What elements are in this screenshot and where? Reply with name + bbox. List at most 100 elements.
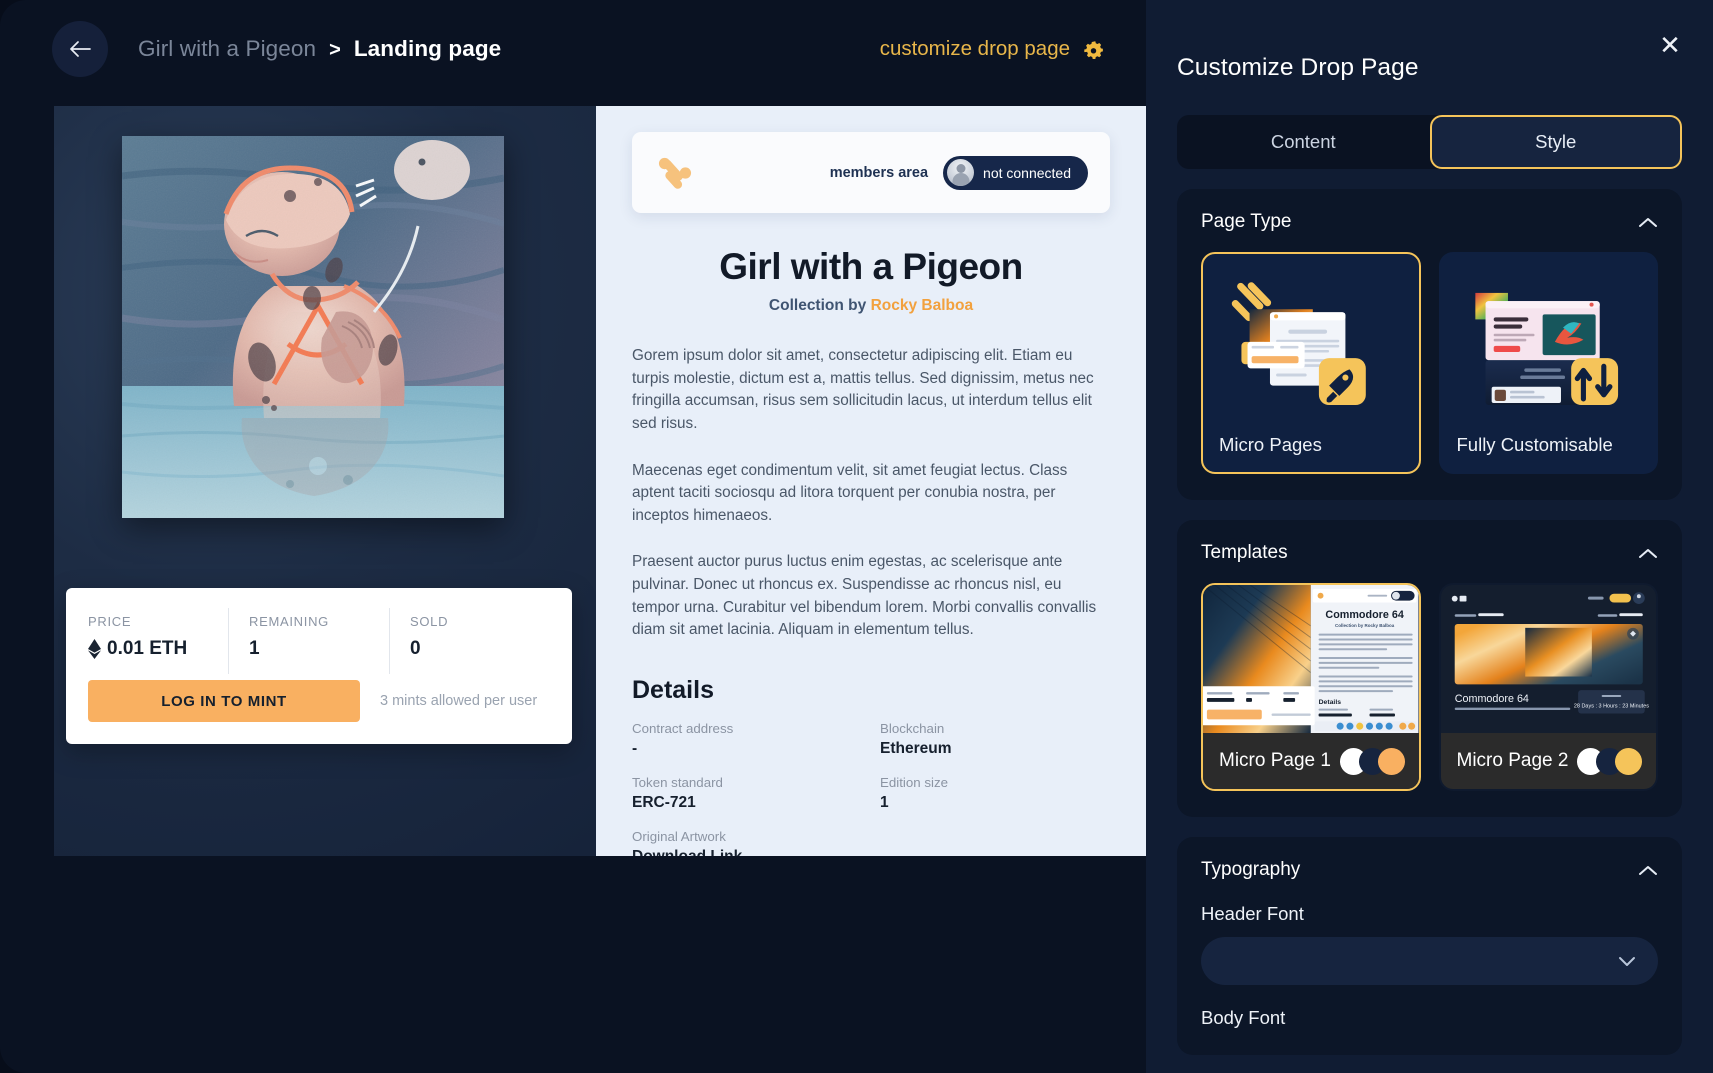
preview-info-column: members area not connected Girl with a P… [596, 106, 1146, 856]
templates-header[interactable]: Templates [1201, 542, 1658, 564]
page-type-options: Micro Pages Fully Customisable [1201, 252, 1658, 474]
close-icon[interactable]: ✕ [1653, 28, 1687, 62]
details-grid: Contract address - Blockchain Ethereum T… [632, 721, 1110, 856]
templates-section: Templates Commodore 64 Collection by Roc… [1177, 520, 1682, 817]
sold-value: 0 [410, 638, 421, 659]
micro-pages-thumbnail [1219, 270, 1403, 430]
wallet-connect-pill[interactable]: not connected [943, 155, 1088, 190]
members-area-bar: members area not connected [632, 132, 1110, 213]
page-type-header[interactable]: Page Type [1201, 211, 1658, 233]
detail-item: Token standard ERC-721 [632, 775, 862, 829]
micro-page-2-preview: Commodore 64 28 Days : 3 Hours : 23 Minu… [1440, 585, 1656, 733]
swatch-yellow [1615, 747, 1642, 775]
chevron-up-icon[interactable] [1638, 216, 1658, 228]
template-option-micro-page-2[interactable]: Commodore 64 28 Days : 3 Hours : 23 Minu… [1438, 583, 1658, 791]
page-type-option-fully-customisable[interactable]: Fully Customisable [1438, 252, 1658, 474]
log-in-to-mint-button[interactable]: LOG IN TO MINT [88, 680, 360, 722]
header-font-label: Header Font [1201, 903, 1304, 924]
detail-label: Contract address [632, 720, 734, 736]
avatar-icon [947, 159, 975, 186]
members-area-right: members area not connected [829, 155, 1088, 190]
detail-label: Edition size [880, 774, 948, 790]
typography-header[interactable]: Typography [1201, 859, 1658, 881]
header-font-select[interactable] [1201, 937, 1658, 985]
breadcrumb-parent[interactable]: Girl with a Pigeon [138, 36, 316, 62]
chevron-down-icon[interactable] [1618, 956, 1636, 967]
detail-item: Original Artwork Download Link [632, 829, 862, 856]
price-value: 0.01 ETH [107, 638, 188, 659]
price-value-row: 0.01 ETH [88, 638, 228, 660]
micro-page-1-preview: Commodore 64 Collection by Rocky Balboa [1203, 585, 1419, 733]
tab-style[interactable]: Style [1429, 115, 1682, 169]
micro-page-1-thumbnail: Commodore 64 Collection by Rocky Balboa [1203, 585, 1419, 733]
description-paragraph: Praesent auctor purus luctus enim egesta… [632, 553, 1097, 639]
panel-title: Customize Drop Page [1177, 54, 1419, 81]
svg-text:Details: Details [1319, 699, 1342, 706]
connection-status: not connected [983, 164, 1071, 181]
app-root: Girl with a Pigeon > Landing page custom… [0, 0, 1713, 1073]
svg-text:Commodore 64: Commodore 64 [1325, 609, 1403, 621]
detail-label: Token standard [632, 774, 723, 790]
mint-stats: PRICE 0.01 ETH REMAINING 1 SOLD 0 [88, 608, 550, 674]
micro-page-1-footer: Micro Page 1 [1203, 733, 1419, 789]
swatch-orange [1377, 747, 1405, 775]
gear-icon [1084, 40, 1103, 59]
ethereum-icon [88, 639, 101, 659]
svg-text:28 Days : 3 Hours : 23 Minutes: 28 Days : 3 Hours : 23 Minutes [1573, 704, 1648, 710]
collection-author[interactable]: Rocky Balboa [871, 297, 974, 314]
template-swatches [1339, 747, 1405, 775]
template-name: Micro Page 2 [1456, 750, 1569, 771]
page-type-section: Page Type Micro Pages Fully Customisable [1177, 189, 1682, 500]
collection-prefix: Collection by [768, 297, 867, 314]
drop-page-preview: PRICE 0.01 ETH REMAINING 1 SOLD 0 LOG IN… [54, 106, 1146, 856]
members-area-label: members area [829, 164, 929, 181]
percent-slash-logo-icon [658, 157, 692, 189]
top-bar: Girl with a Pigeon > Landing page custom… [0, 0, 1146, 98]
description-paragraph: Maecenas eget condimentum velit, sit ame… [632, 461, 1068, 524]
typography-section: Typography Header Font Body Font [1177, 837, 1682, 1055]
chevron-up-icon[interactable] [1638, 864, 1658, 876]
preview-artwork-column: PRICE 0.01 ETH REMAINING 1 SOLD 0 LOG IN… [54, 106, 596, 856]
detail-value: 1 [880, 793, 889, 811]
fully-customisable-thumbnail [1457, 270, 1641, 430]
breadcrumb-current: Landing page [353, 36, 502, 61]
detail-value: Ethereum [880, 739, 952, 757]
stat-remaining: REMAINING 1 [228, 608, 389, 674]
details-heading: Details [632, 675, 714, 704]
template-name: Micro Page 1 [1219, 750, 1331, 771]
template-options: Commodore 64 Collection by Rocky Balboa [1201, 583, 1658, 791]
template-swatches [1577, 747, 1642, 775]
fully-customisable-illustration [1474, 292, 1618, 406]
page-type-option-micro-pages[interactable]: Micro Pages [1201, 252, 1421, 474]
detail-value-download-link[interactable]: Download Link [632, 848, 862, 856]
mint-card: PRICE 0.01 ETH REMAINING 1 SOLD 0 LOG IN… [66, 588, 572, 744]
panel-tabs: Content Style [1177, 115, 1682, 169]
back-button[interactable] [52, 21, 108, 77]
detail-label: Blockchain [880, 720, 945, 736]
templates-title: Templates [1201, 542, 1288, 563]
detail-value: - [632, 739, 638, 757]
breadcrumb: Girl with a Pigeon > Landing page [138, 36, 501, 62]
arrow-left-icon [70, 41, 91, 57]
svg-text:Collection by Rocky Balboa: Collection by Rocky Balboa [1335, 623, 1395, 628]
svg-text:Commodore 64: Commodore 64 [1454, 693, 1528, 705]
customize-drop-page-button[interactable]: customize drop page [880, 37, 1114, 61]
mint-limit-note: 3 mints allowed per user [380, 693, 538, 709]
page-type-title: Page Type [1201, 211, 1292, 232]
template-option-micro-page-1[interactable]: Commodore 64 Collection by Rocky Balboa [1201, 583, 1421, 791]
micro-pages-illustration [1231, 282, 1366, 406]
detail-item: Contract address - [632, 721, 862, 775]
mint-action-row: LOG IN TO MINT 3 mints allowed per user [88, 680, 550, 722]
customize-drop-page-panel: ✕ Customize Drop Page Content Style Page… [1146, 0, 1713, 1073]
description-paragraph: Gorem ipsum dolor sit amet, consectetur … [632, 347, 1094, 432]
page-type-option-label: Micro Pages [1219, 434, 1322, 455]
page-type-option-label: Fully Customisable [1456, 434, 1613, 455]
tab-content[interactable]: Content [1177, 115, 1430, 169]
artwork-image [122, 136, 504, 518]
editor-main-area: Girl with a Pigeon > Landing page custom… [0, 0, 1146, 1073]
typography-title: Typography [1201, 859, 1301, 880]
chevron-up-icon[interactable] [1638, 547, 1658, 559]
detail-item: Blockchain Ethereum [880, 721, 1110, 775]
body-font-label: Body Font [1201, 1007, 1286, 1028]
micro-page-2-thumbnail: Commodore 64 28 Days : 3 Hours : 23 Minu… [1440, 585, 1656, 733]
